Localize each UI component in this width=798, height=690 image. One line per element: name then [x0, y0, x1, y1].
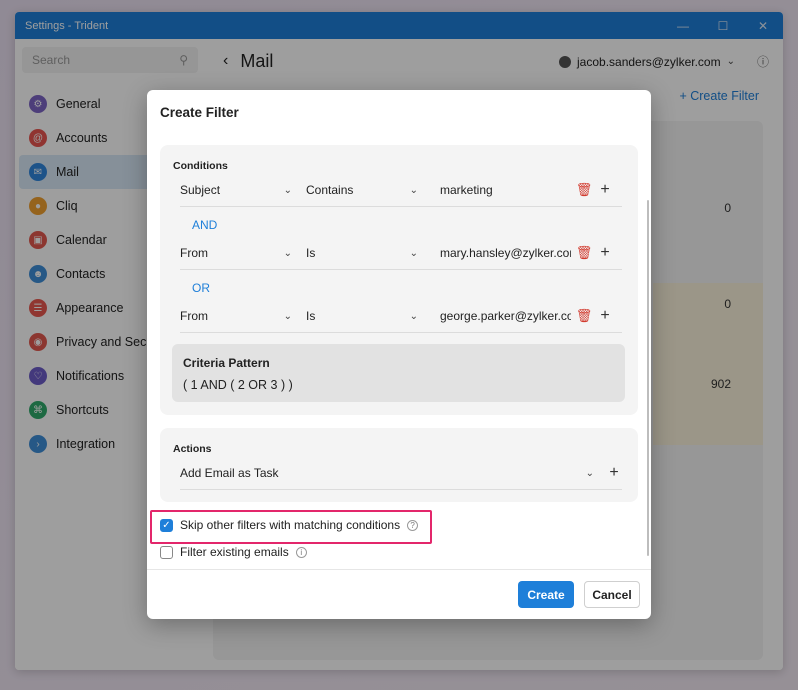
add-action-icon[interactable]: + [606, 464, 622, 482]
trash-icon[interactable]: 🗑 [571, 245, 597, 261]
dialog-title: Create Filter [160, 105, 239, 120]
filter-existing-checkbox[interactable] [160, 545, 173, 559]
condition-value-input[interactable]: mary.hansley@zylker.com [440, 246, 571, 260]
field-select[interactable]: From ⌄ [180, 309, 292, 323]
filter-existing-option[interactable]: Filter existing emails i [160, 545, 307, 559]
create-button[interactable]: Create [518, 581, 574, 608]
conditions-label: Conditions [173, 160, 228, 172]
chevron-down-icon: ⌄ [409, 310, 418, 322]
info-icon[interactable]: i [295, 546, 307, 558]
trash-icon[interactable]: 🗑 [571, 308, 597, 324]
operator-select[interactable]: Contains ⌄ [306, 183, 418, 197]
condition-row-3: From ⌄ Is ⌄ george.parker@zylker.com 🗑 + [180, 301, 622, 331]
filter-existing-label: Filter existing emails [180, 545, 289, 559]
add-condition-icon[interactable]: + [597, 244, 613, 262]
actions-card: Actions Add Email as Task ⌄ + [160, 428, 638, 502]
conditions-card: Conditions Subject ⌄ Contains ⌄ marketin… [160, 145, 638, 415]
joiner-or[interactable]: OR [192, 281, 210, 295]
operator-value: Contains [306, 183, 354, 197]
field-value: Subject [180, 183, 221, 197]
footer-divider [147, 569, 651, 570]
chevron-down-icon: ⌄ [283, 310, 292, 322]
operator-value: Is [306, 246, 316, 260]
dialog-scrollbar[interactable] [647, 200, 649, 556]
cancel-button[interactable]: Cancel [584, 581, 640, 608]
divider [180, 489, 622, 490]
condition-row-1: Subject ⌄ Contains ⌄ marketing 🗑 + [180, 175, 622, 205]
condition-row-2: From ⌄ Is ⌄ mary.hansley@zylker.com 🗑 + [180, 238, 622, 268]
field-select[interactable]: From ⌄ [180, 246, 292, 260]
field-select[interactable]: Subject ⌄ [180, 183, 292, 197]
chevron-down-icon: ⌄ [409, 247, 418, 259]
chevron-down-icon: ⌄ [283, 184, 292, 196]
divider [180, 206, 622, 207]
condition-value-input[interactable]: marketing [440, 183, 571, 197]
chevron-down-icon: ⌄ [283, 247, 292, 259]
criteria-pattern-box[interactable]: Criteria Pattern ( 1 AND ( 2 OR 3 ) ) [172, 344, 625, 402]
criteria-pattern-label: Criteria Pattern [183, 356, 270, 370]
add-condition-icon[interactable]: + [597, 307, 613, 325]
action-row[interactable]: Add Email as Task ⌄ + [180, 458, 622, 488]
criteria-pattern-value: ( 1 AND ( 2 OR 3 ) ) [183, 378, 293, 392]
action-value: Add Email as Task [180, 466, 279, 480]
condition-value-input[interactable]: george.parker@zylker.com [440, 309, 571, 323]
field-value: From [180, 246, 208, 260]
divider [180, 332, 622, 333]
trash-icon[interactable]: 🗑 [571, 182, 597, 198]
add-condition-icon[interactable]: + [597, 181, 613, 199]
field-value: From [180, 309, 208, 323]
operator-select[interactable]: Is ⌄ [306, 309, 418, 323]
operator-select[interactable]: Is ⌄ [306, 246, 418, 260]
chevron-down-icon: ⌄ [585, 467, 594, 479]
actions-label: Actions [173, 443, 212, 455]
operator-value: Is [306, 309, 316, 323]
chevron-down-icon: ⌄ [409, 184, 418, 196]
highlight-annotation-box [150, 510, 432, 544]
joiner-and[interactable]: AND [192, 218, 217, 232]
divider [180, 269, 622, 270]
